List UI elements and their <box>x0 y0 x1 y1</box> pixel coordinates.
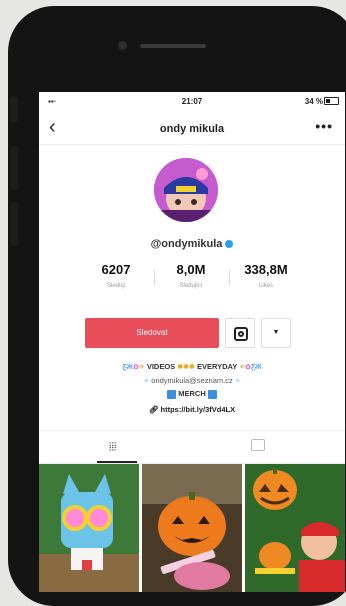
sparkle-icon: ✧ <box>138 364 145 371</box>
instagram-icon <box>234 327 248 341</box>
app-screen: ▪▪ᐧ 21:07 34 % ‹ ondy mikula ••• @ondymi… <box>39 92 345 592</box>
active-tab-indicator <box>97 461 137 463</box>
video-thumbnail[interactable] <box>142 464 242 592</box>
status-time: 21:07 <box>181 97 203 106</box>
link-icon: 🔗︎ <box>148 405 159 414</box>
bio-videos-text: VIDEOS <box>146 362 176 371</box>
suggestions-dropdown-button[interactable]: ▼ <box>261 318 291 348</box>
profile-handle: @ondymikula <box>39 238 345 250</box>
avatar-photo <box>154 158 218 222</box>
video-thumbnail[interactable] <box>39 464 139 592</box>
front-camera <box>118 41 127 50</box>
bio-line-1: Ƹ̵Ӝ✿✧ VIDEOS ✹✹✹ EVERYDAY ✧✿Ƹ̵Ӝ <box>39 362 345 371</box>
profile-stats: 6207 Sleduji 8,0M Sledující 338,8M Likes <box>79 262 303 302</box>
avatar[interactable] <box>154 158 218 222</box>
stat-likes: 338,8M Likes <box>229 262 303 289</box>
video-thumbnail-image <box>245 464 345 592</box>
profile-title: ondy mikula <box>159 123 225 135</box>
video-thumbnail-image <box>39 464 139 592</box>
arrow-down-icon <box>207 389 217 399</box>
butterfly-icon: Ƹ̵Ӝ <box>251 364 262 371</box>
bio-line-3: MERCH <box>39 389 345 399</box>
status-bar: ▪▪ᐧ 21:07 34 % <box>39 92 345 110</box>
video-thumbnail[interactable] <box>245 464 345 592</box>
stat-following-value: 6207 <box>101 262 131 277</box>
video-grid <box>39 464 345 592</box>
stat-following[interactable]: 6207 Sleduji <box>79 262 153 289</box>
bio-line-2: ✧ ondymikula@seznam.cz ✧ <box>39 376 345 385</box>
volume-down-button <box>10 202 18 246</box>
sunflower-icon: ✹✹✹ <box>177 364 195 371</box>
verified-badge-icon <box>225 240 234 249</box>
bio-link[interactable]: 🔗︎ https://bit.ly/3fVd4LX <box>39 405 345 414</box>
bio-everyday-text: EVERYDAY <box>196 362 238 371</box>
volume-up-button <box>10 146 18 190</box>
battery-percentage: 34 % <box>304 97 323 106</box>
silent-switch <box>10 96 18 122</box>
bio-email-text[interactable]: ondymikula@seznam.cz <box>151 376 232 385</box>
liked-videos-tab-icon[interactable] <box>251 439 265 451</box>
bio-merch-text: MERCH <box>178 389 206 398</box>
arrow-down-icon <box>167 389 177 399</box>
follow-button[interactable]: Sledovat <box>85 318 219 348</box>
more-options-icon[interactable]: ••• <box>315 118 333 134</box>
instagram-button[interactable] <box>225 318 255 348</box>
stat-followers[interactable]: 8,0M Sledující <box>154 262 228 289</box>
bio-link-text[interactable]: https://bit.ly/3fVd4LX <box>161 405 236 414</box>
earpiece <box>140 44 206 48</box>
content-tabs: ⦙⦙⦙ <box>39 430 345 464</box>
butterfly-icon: Ƹ̵Ӝ <box>122 364 133 371</box>
video-thumbnail-image <box>142 464 242 592</box>
stat-followers-value: 8,0M <box>176 262 206 277</box>
profile-header: ‹ ondy mikula ••• <box>39 114 345 145</box>
stat-following-label: Sleduji <box>106 283 125 289</box>
battery-icon <box>324 97 339 105</box>
stat-followers-label: Sledující <box>179 283 203 289</box>
sparkle-icon: ✧ <box>234 378 241 385</box>
stat-likes-value: 338,8M <box>244 262 288 277</box>
dropdown-arrow-icon: ▼ <box>272 329 280 336</box>
videos-grid-tab-icon[interactable]: ⦙⦙⦙ <box>109 441 116 454</box>
sparkle-icon: ✧ <box>143 378 150 385</box>
phone-frame: ▪▪ᐧ 21:07 34 % ‹ ondy mikula ••• @ondymi… <box>8 6 346 606</box>
stat-likes-label: Likes <box>258 283 273 289</box>
handle-text: @ondymikula <box>150 238 223 250</box>
